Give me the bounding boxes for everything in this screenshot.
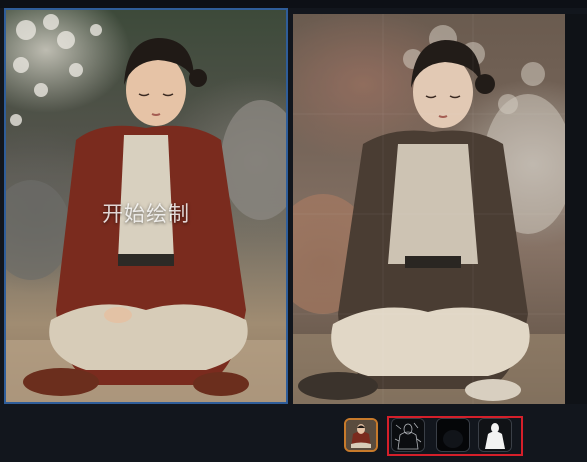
- thumbnail-dark-preview[interactable]: [436, 418, 470, 452]
- thumbnail-mask-preview-image: [479, 419, 511, 451]
- thumbnail-edge-map[interactable]: [391, 418, 425, 452]
- top-strip: [0, 0, 587, 8]
- thumbnail-original-image: [346, 420, 376, 450]
- thumbnail-mask-preview[interactable]: [478, 418, 512, 452]
- result-image-panel: [293, 14, 565, 404]
- thumbnail-dark-preview-image: [437, 419, 469, 451]
- thumbnail-edge-map-image: [392, 419, 424, 451]
- result-figure-illustration: [293, 14, 565, 404]
- source-image-panel[interactable]: 开始绘制: [4, 8, 288, 404]
- thumbnail-original[interactable]: [344, 418, 378, 452]
- app-window: 开始绘制: [0, 0, 587, 462]
- right-edge-strip: [565, 14, 587, 404]
- start-drawing-label[interactable]: 开始绘制: [6, 198, 286, 228]
